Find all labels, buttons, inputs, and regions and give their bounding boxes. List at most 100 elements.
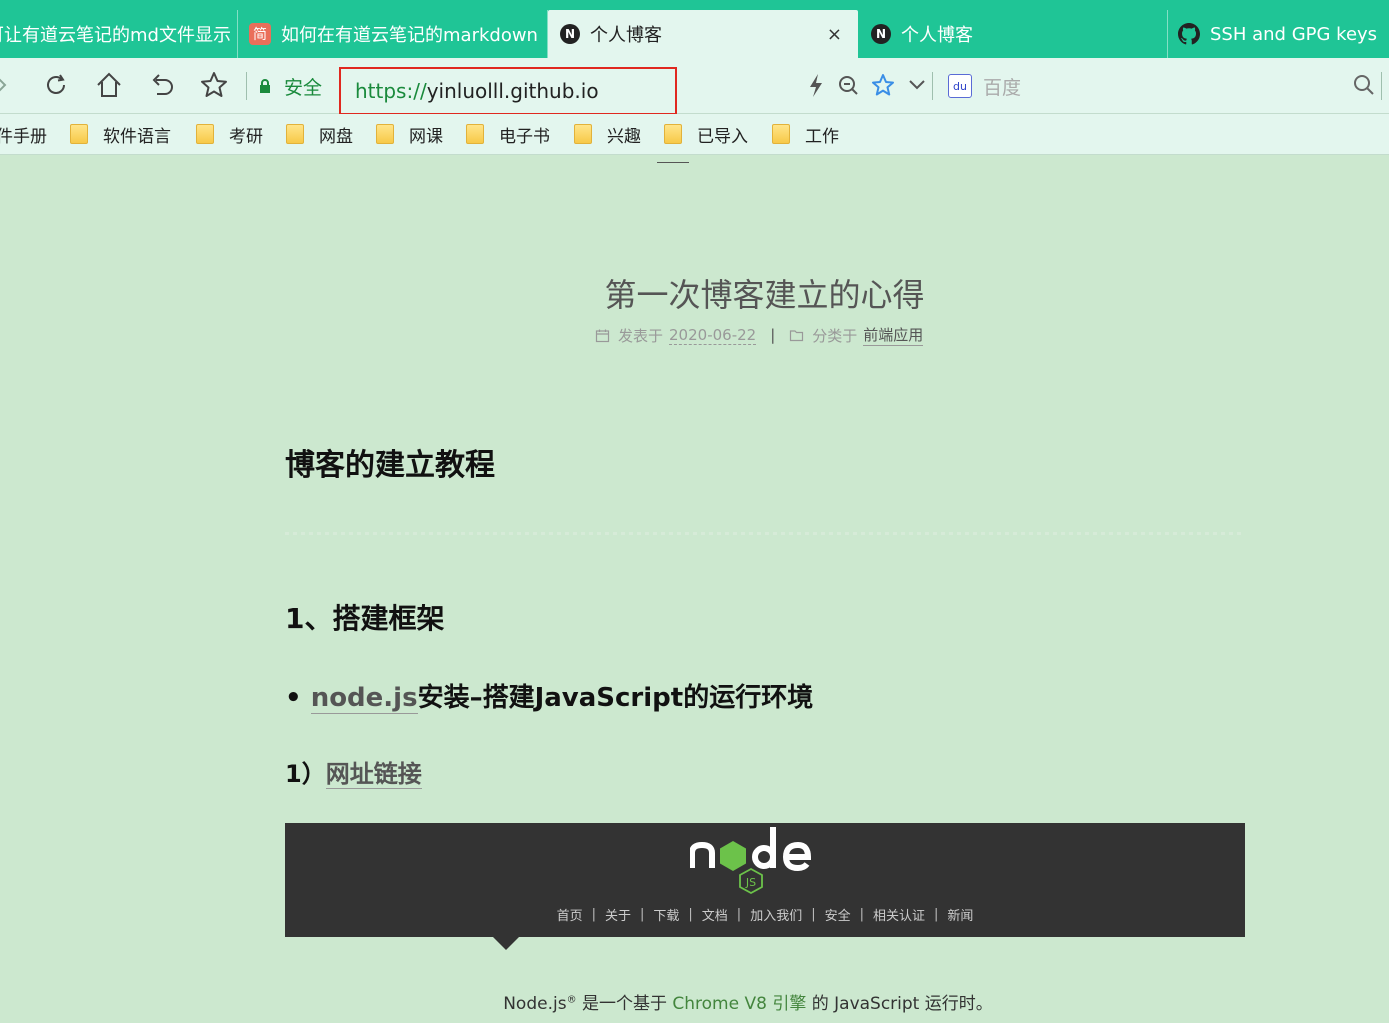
bookmark-label: 电子书 bbox=[499, 126, 550, 147]
bookmark-star-icon[interactable] bbox=[870, 70, 896, 100]
bookmark-label: 兴趣 bbox=[607, 126, 641, 147]
url-link[interactable]: 网址链接 bbox=[325, 760, 422, 789]
bookmark-folder-ebooks[interactable]: 电子书 bbox=[466, 122, 550, 147]
bookmark-label: 网课 bbox=[409, 126, 443, 147]
bookmark-folder-netdisk[interactable]: 网盘 bbox=[286, 122, 353, 147]
nodejs-link[interactable]: node.js bbox=[310, 683, 418, 714]
nodejs-nav-security[interactable]: 安全 bbox=[816, 905, 860, 924]
calendar-icon bbox=[595, 329, 610, 342]
bookmark-folder-online-courses[interactable]: 网课 bbox=[376, 122, 443, 147]
sub-item: 1）网址链接 bbox=[285, 754, 422, 789]
reload-icon[interactable] bbox=[41, 70, 71, 100]
posted-prefix: 发表于 bbox=[618, 326, 664, 345]
subsection-heading: 1、搭建框架 bbox=[285, 602, 445, 635]
folder-icon bbox=[196, 124, 214, 144]
bookmark-label: 件手册 bbox=[0, 126, 47, 147]
post-date[interactable]: 2020-06-22 bbox=[669, 326, 757, 345]
tab-strip: 可让有道云笔记的md文件显示 简 如何在有道云笔记的markdown N 个人博… bbox=[0, 0, 1389, 58]
bookmark-manual[interactable]: 件手册 bbox=[0, 122, 47, 147]
post-title: 第一次博客建立的心得 bbox=[604, 276, 925, 314]
chrome-v8-link[interactable]: Chrome V8 引擎 bbox=[672, 994, 806, 1014]
post-meta: 发表于 2020-06-22 | 分类于 前端应用 bbox=[595, 324, 924, 346]
bookmark-label: 已导入 bbox=[697, 126, 748, 147]
home-icon[interactable] bbox=[94, 70, 124, 100]
category-link[interactable]: 前端应用 bbox=[863, 324, 924, 346]
bookmark-label: 工作 bbox=[805, 126, 839, 147]
search-box[interactable]: du 百度 bbox=[948, 72, 1021, 100]
folder-icon bbox=[664, 124, 682, 144]
folder-icon bbox=[772, 124, 790, 144]
nodejs-nav-download[interactable]: 下载 bbox=[644, 905, 688, 924]
nodejs-site-screenshot: JS 首页 | 关于 | 下载 | 文档 | 加入我们 | 安全 | 相关认证 … bbox=[285, 823, 1245, 950]
tab-github-ssh[interactable]: SSH and GPG keys bbox=[1168, 10, 1389, 58]
nav-pointer bbox=[493, 937, 519, 950]
tab-label: 如何在有道云笔记的markdown bbox=[281, 25, 538, 46]
nodejs-logo: JS bbox=[690, 827, 812, 895]
section-heading: 博客的建立教程 bbox=[285, 448, 495, 483]
baidu-icon: du bbox=[948, 74, 972, 98]
search-icon[interactable] bbox=[1350, 70, 1380, 100]
next-n-icon: N bbox=[871, 24, 891, 44]
registered-mark: ® bbox=[566, 994, 577, 1006]
url-scheme: https:// bbox=[355, 79, 427, 103]
folder-icon bbox=[574, 124, 592, 144]
forward-icon[interactable] bbox=[0, 70, 16, 100]
nodejs-nav: 首页 | 关于 | 下载 | 文档 | 加入我们 | 安全 | 相关认证 | 新… bbox=[285, 903, 1245, 925]
bookmark-folder-interests[interactable]: 兴趣 bbox=[574, 122, 641, 147]
bookmark-folder-kaoyan[interactable]: 考研 bbox=[196, 122, 263, 147]
github-icon bbox=[1178, 23, 1200, 45]
close-tab-icon[interactable]: × bbox=[827, 24, 842, 45]
tab-personal-blog-active[interactable]: N 个人博客 × bbox=[548, 10, 858, 58]
nodejs-nav-news[interactable]: 新闻 bbox=[938, 905, 982, 924]
folder-outline-icon bbox=[790, 329, 804, 341]
nodejs-nav-home[interactable]: 首页 bbox=[548, 905, 592, 924]
url-host: yinluolll.github.io bbox=[426, 79, 599, 103]
nodejs-description: Node.js® 是一个基于 Chrome V8 引擎 的 JavaScript… bbox=[0, 989, 1389, 1014]
header-divider-line bbox=[657, 162, 689, 163]
desc-part1: Node.js bbox=[503, 994, 567, 1014]
toolbar-divider bbox=[246, 72, 247, 100]
js-mark: JS bbox=[745, 876, 756, 889]
nodejs-nav-certification[interactable]: 相关认证 bbox=[864, 905, 934, 924]
bullet-marker: • bbox=[285, 683, 302, 713]
secure-indicator[interactable]: 安全 bbox=[258, 72, 322, 100]
tab-youdao-md[interactable]: 可让有道云笔记的md文件显示 bbox=[0, 10, 238, 58]
jianshu-icon: 简 bbox=[249, 23, 271, 45]
bullet-text: 安装–搭建JavaScript的运行环境 bbox=[417, 683, 814, 713]
bookmark-label: 软件语言 bbox=[103, 126, 171, 147]
folder-icon bbox=[376, 124, 394, 144]
tab-jianshu[interactable]: 简 如何在有道云笔记的markdown bbox=[238, 10, 548, 58]
folder-icon bbox=[286, 124, 304, 144]
toolbar-divider bbox=[932, 72, 933, 100]
lock-icon bbox=[260, 79, 270, 93]
nodejs-nav-about[interactable]: 关于 bbox=[596, 905, 640, 924]
category-prefix: 分类于 bbox=[812, 326, 858, 345]
desc-part3: 的 JavaScript 运行时。 bbox=[806, 994, 993, 1014]
browser-toolbar: 安全 bbox=[0, 58, 1389, 114]
bookmark-label: 网盘 bbox=[319, 126, 353, 147]
chevron-down-icon[interactable] bbox=[904, 70, 930, 100]
meta-separator: | bbox=[770, 326, 776, 344]
bookmark-folder-work[interactable]: 工作 bbox=[772, 122, 839, 147]
bookmark-label: 考研 bbox=[229, 126, 263, 147]
sub-prefix: 1） bbox=[285, 760, 326, 788]
undo-icon[interactable] bbox=[147, 70, 177, 100]
tab-label: 个人博客 bbox=[901, 25, 973, 46]
nodejs-nav-join[interactable]: 加入我们 bbox=[741, 905, 811, 924]
next-n-icon: N bbox=[560, 24, 580, 44]
heading-rule bbox=[285, 532, 1245, 535]
nodejs-nav-docs[interactable]: 文档 bbox=[693, 905, 737, 924]
folder-icon bbox=[70, 124, 88, 144]
desc-part2: 是一个基于 bbox=[576, 994, 673, 1014]
tab-label: SSH and GPG keys bbox=[1210, 23, 1378, 45]
toolbar-divider bbox=[1381, 72, 1382, 100]
tab-personal-blog[interactable]: N 个人博客 bbox=[858, 10, 1168, 58]
favorite-star-icon[interactable] bbox=[199, 70, 229, 100]
secure-label: 安全 bbox=[284, 76, 323, 99]
lightning-icon[interactable] bbox=[803, 70, 829, 100]
zoom-out-icon[interactable] bbox=[836, 70, 862, 100]
bookmark-folder-software-languages[interactable]: 软件语言 bbox=[70, 122, 171, 147]
bookmark-folder-imported[interactable]: 已导入 bbox=[664, 122, 748, 147]
address-bar[interactable]: https://yinluolll.github.io bbox=[339, 67, 677, 115]
search-placeholder: 百度 bbox=[983, 76, 1022, 99]
